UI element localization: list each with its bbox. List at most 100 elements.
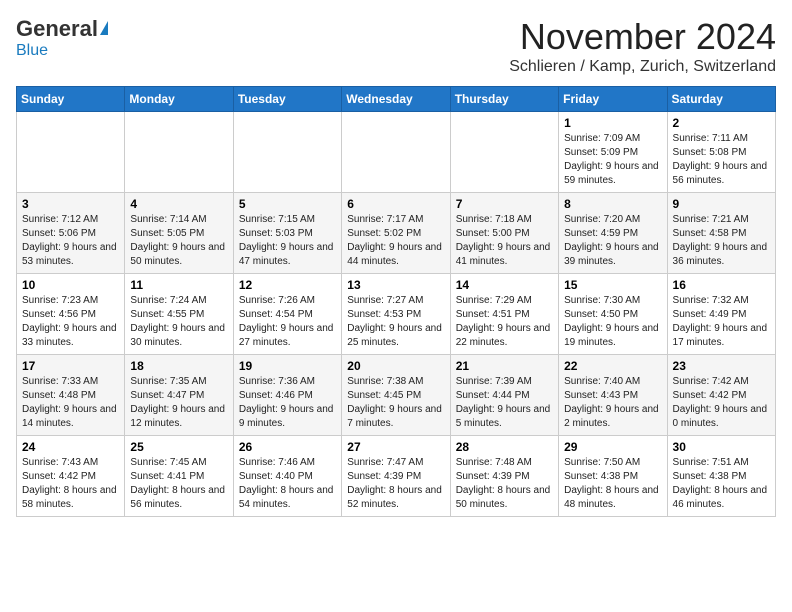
calendar-cell: 25 Sunrise: 7:45 AM Sunset: 4:41 PM Dayli… <box>125 436 233 517</box>
day-number: 12 <box>239 278 336 292</box>
logo-general-text: General <box>16 16 98 42</box>
day-number: 26 <box>239 440 336 454</box>
location-text: Schlieren / Kamp, Zurich, Switzerland <box>509 58 776 76</box>
day-number: 18 <box>130 359 227 373</box>
calendar-cell: 15 Sunrise: 7:30 AM Sunset: 4:50 PM Dayli… <box>559 274 667 355</box>
day-number: 9 <box>673 197 770 211</box>
day-number: 28 <box>456 440 553 454</box>
day-number: 19 <box>239 359 336 373</box>
calendar-cell: 23 Sunrise: 7:42 AM Sunset: 4:42 PM Dayli… <box>667 355 775 436</box>
calendar-day-header: Thursday <box>450 87 558 112</box>
calendar-cell: 6 Sunrise: 7:17 AM Sunset: 5:02 PM Daylig… <box>342 193 450 274</box>
day-info: Sunrise: 7:14 AM Sunset: 5:05 PM Dayligh… <box>130 213 227 269</box>
day-info: Sunrise: 7:42 AM Sunset: 4:42 PM Dayligh… <box>673 375 770 431</box>
calendar-cell: 27 Sunrise: 7:47 AM Sunset: 4:39 PM Dayli… <box>342 436 450 517</box>
calendar-cell: 10 Sunrise: 7:23 AM Sunset: 4:56 PM Dayli… <box>17 274 125 355</box>
calendar-day-header: Sunday <box>17 87 125 112</box>
day-number: 22 <box>564 359 661 373</box>
title-area: November 2024 Schlieren / Kamp, Zurich, … <box>509 16 776 76</box>
day-info: Sunrise: 7:18 AM Sunset: 5:00 PM Dayligh… <box>456 213 553 269</box>
day-info: Sunrise: 7:43 AM Sunset: 4:42 PM Dayligh… <box>22 456 119 512</box>
day-number: 8 <box>564 197 661 211</box>
calendar-cell: 19 Sunrise: 7:36 AM Sunset: 4:46 PM Dayli… <box>233 355 341 436</box>
day-info: Sunrise: 7:45 AM Sunset: 4:41 PM Dayligh… <box>130 456 227 512</box>
calendar-cell <box>17 112 125 193</box>
calendar-day-header: Friday <box>559 87 667 112</box>
calendar-cell: 5 Sunrise: 7:15 AM Sunset: 5:03 PM Daylig… <box>233 193 341 274</box>
calendar-cell: 21Sunrise: 7:39 AM Sunset: 4:44 PM Dayli… <box>450 355 558 436</box>
logo-blue-text: Blue <box>16 42 48 60</box>
day-number: 25 <box>130 440 227 454</box>
calendar-cell: 4 Sunrise: 7:14 AM Sunset: 5:05 PM Daylig… <box>125 193 233 274</box>
day-number: 2 <box>673 116 770 130</box>
day-number: 24 <box>22 440 119 454</box>
calendar-cell: 28 Sunrise: 7:48 AM Sunset: 4:39 PM Dayli… <box>450 436 558 517</box>
calendar-cell: 16 Sunrise: 7:32 AM Sunset: 4:49 PM Dayli… <box>667 274 775 355</box>
day-info: Sunrise: 7:12 AM Sunset: 5:06 PM Dayligh… <box>22 213 119 269</box>
day-info: Sunrise: 7:15 AM Sunset: 5:03 PM Dayligh… <box>239 213 336 269</box>
day-info: Sunrise: 7:30 AM Sunset: 4:50 PM Dayligh… <box>564 294 661 350</box>
calendar-header-row: SundayMondayTuesdayWednesdayThursdayFrid… <box>17 87 776 112</box>
day-number: 29 <box>564 440 661 454</box>
calendar-cell: 13Sunrise: 7:27 AM Sunset: 4:53 PM Dayli… <box>342 274 450 355</box>
calendar-cell: 11Sunrise: 7:24 AM Sunset: 4:55 PM Dayli… <box>125 274 233 355</box>
day-number: 30 <box>673 440 770 454</box>
day-number: 1 <box>564 116 661 130</box>
day-info: Sunrise: 7:20 AM Sunset: 4:59 PM Dayligh… <box>564 213 661 269</box>
day-number: 10 <box>22 278 119 292</box>
calendar-cell: 8 Sunrise: 7:20 AM Sunset: 4:59 PM Daylig… <box>559 193 667 274</box>
day-number: 5 <box>239 197 336 211</box>
calendar-cell: 9 Sunrise: 7:21 AM Sunset: 4:58 PM Daylig… <box>667 193 775 274</box>
calendar-week-row: 3 Sunrise: 7:12 AM Sunset: 5:06 PM Daylig… <box>17 193 776 274</box>
day-number: 6 <box>347 197 444 211</box>
day-info: Sunrise: 7:40 AM Sunset: 4:43 PM Dayligh… <box>564 375 661 431</box>
calendar-cell: 1 Sunrise: 7:09 AM Sunset: 5:09 PM Daylig… <box>559 112 667 193</box>
day-info: Sunrise: 7:51 AM Sunset: 4:38 PM Dayligh… <box>673 456 770 512</box>
day-info: Sunrise: 7:17 AM Sunset: 5:02 PM Dayligh… <box>347 213 444 269</box>
day-info: Sunrise: 7:32 AM Sunset: 4:49 PM Dayligh… <box>673 294 770 350</box>
calendar-cell <box>125 112 233 193</box>
day-info: Sunrise: 7:26 AM Sunset: 4:54 PM Dayligh… <box>239 294 336 350</box>
day-info: Sunrise: 7:48 AM Sunset: 4:39 PM Dayligh… <box>456 456 553 512</box>
calendar-cell: 2 Sunrise: 7:11 AM Sunset: 5:08 PM Daylig… <box>667 112 775 193</box>
day-number: 14 <box>456 278 553 292</box>
calendar-day-header: Tuesday <box>233 87 341 112</box>
calendar-cell: 3 Sunrise: 7:12 AM Sunset: 5:06 PM Daylig… <box>17 193 125 274</box>
logo-triangle-icon <box>100 21 108 35</box>
day-info: Sunrise: 7:11 AM Sunset: 5:08 PM Dayligh… <box>673 132 770 188</box>
month-title: November 2024 <box>509 16 776 58</box>
day-info: Sunrise: 7:09 AM Sunset: 5:09 PM Dayligh… <box>564 132 661 188</box>
day-number: 7 <box>456 197 553 211</box>
day-info: Sunrise: 7:21 AM Sunset: 4:58 PM Dayligh… <box>673 213 770 269</box>
day-number: 11 <box>130 278 227 292</box>
calendar-cell: 18 Sunrise: 7:35 AM Sunset: 4:47 PM Dayli… <box>125 355 233 436</box>
day-info: Sunrise: 7:47 AM Sunset: 4:39 PM Dayligh… <box>347 456 444 512</box>
day-info: Sunrise: 7:46 AM Sunset: 4:40 PM Dayligh… <box>239 456 336 512</box>
day-info: Sunrise: 7:23 AM Sunset: 4:56 PM Dayligh… <box>22 294 119 350</box>
day-info: Sunrise: 7:36 AM Sunset: 4:46 PM Dayligh… <box>239 375 336 431</box>
day-number: 3 <box>22 197 119 211</box>
day-info: Sunrise: 7:50 AM Sunset: 4:38 PM Dayligh… <box>564 456 661 512</box>
day-info: Sunrise: 7:29 AM Sunset: 4:51 PM Dayligh… <box>456 294 553 350</box>
calendar-table: SundayMondayTuesdayWednesdayThursdayFrid… <box>16 86 776 517</box>
calendar-day-header: Wednesday <box>342 87 450 112</box>
page-header: General Blue November 2024 Schlieren / K… <box>16 16 776 76</box>
calendar-day-header: Saturday <box>667 87 775 112</box>
day-info: Sunrise: 7:35 AM Sunset: 4:47 PM Dayligh… <box>130 375 227 431</box>
day-info: Sunrise: 7:39 AM Sunset: 4:44 PM Dayligh… <box>456 375 553 431</box>
calendar-cell: 30 Sunrise: 7:51 AM Sunset: 4:38 PM Dayli… <box>667 436 775 517</box>
calendar-cell: 20Sunrise: 7:38 AM Sunset: 4:45 PM Dayli… <box>342 355 450 436</box>
day-number: 13 <box>347 278 444 292</box>
day-info: Sunrise: 7:33 AM Sunset: 4:48 PM Dayligh… <box>22 375 119 431</box>
day-number: 23 <box>673 359 770 373</box>
day-number: 15 <box>564 278 661 292</box>
calendar-cell: 22 Sunrise: 7:40 AM Sunset: 4:43 PM Dayli… <box>559 355 667 436</box>
day-number: 4 <box>130 197 227 211</box>
day-number: 16 <box>673 278 770 292</box>
calendar-cell: 26 Sunrise: 7:46 AM Sunset: 4:40 PM Dayli… <box>233 436 341 517</box>
day-number: 17 <box>22 359 119 373</box>
calendar-week-row: 24 Sunrise: 7:43 AM Sunset: 4:42 PM Dayli… <box>17 436 776 517</box>
day-number: 27 <box>347 440 444 454</box>
calendar-week-row: 1 Sunrise: 7:09 AM Sunset: 5:09 PM Daylig… <box>17 112 776 193</box>
calendar-day-header: Monday <box>125 87 233 112</box>
